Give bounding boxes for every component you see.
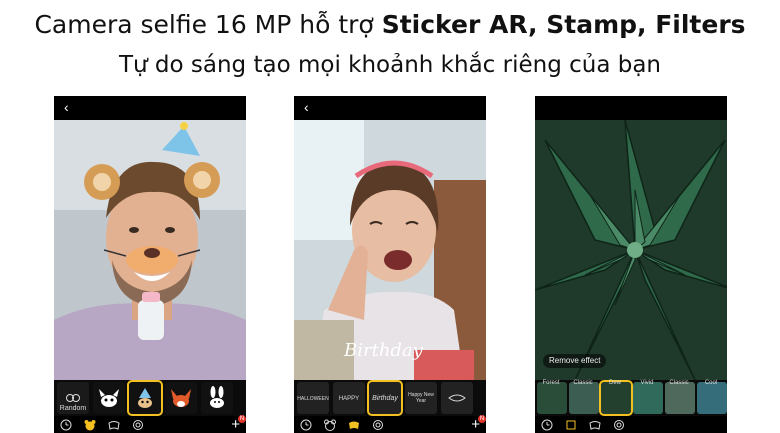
baby-bottle xyxy=(138,300,164,340)
filter-name: Forest xyxy=(542,380,560,386)
filter-name: Dew xyxy=(608,380,621,386)
stamp-icon xyxy=(448,394,466,402)
effect-fox[interactable] xyxy=(165,382,197,414)
random-icon xyxy=(66,394,80,402)
stamp-label: Birthday xyxy=(372,395,398,402)
bottom-bar: + N xyxy=(54,414,246,433)
sticker-icon[interactable] xyxy=(565,419,577,431)
effect-label: Random xyxy=(59,405,87,412)
stamp-happy[interactable]: HAPPY xyxy=(333,382,365,414)
bunny-mask-icon xyxy=(210,386,224,408)
stamp-label: Happy New Year xyxy=(408,392,434,404)
stamp-icon[interactable] xyxy=(348,419,360,431)
fox-mask-icon xyxy=(171,389,191,407)
headline-text: Camera selfie 16 MP hỗ trợ xyxy=(34,10,382,39)
stamp-screen: ‹ Birthday HALLOWEEN HAPPY Birthday Happ… xyxy=(294,96,486,433)
timer-icon[interactable] xyxy=(541,419,553,431)
stamp-birthday[interactable]: Birthday xyxy=(367,380,403,416)
stamp-icon[interactable] xyxy=(108,419,120,431)
filter-names: Forest Classic Dew Vivid Classic Cool xyxy=(535,380,727,389)
new-badge: N xyxy=(238,414,246,423)
camera-viewfinder[interactable]: Birthday xyxy=(294,120,486,380)
selfie-preview: Birthday xyxy=(294,120,486,380)
filter-name: Cool xyxy=(704,380,718,386)
back-button[interactable]: ‹ xyxy=(64,99,69,115)
add-button[interactable]: + N xyxy=(231,414,246,432)
camera-viewfinder[interactable] xyxy=(535,120,727,380)
filter-icon[interactable] xyxy=(372,419,384,431)
filter-name: Classic xyxy=(669,380,689,386)
top-bar: ‹ xyxy=(54,96,246,120)
sticker-icon[interactable] xyxy=(324,419,336,431)
filter-icon[interactable] xyxy=(613,419,625,431)
stamp-strip: HALLOWEEN HAPPY Birthday Happy New Year xyxy=(294,380,486,416)
filter-name: Vivid xyxy=(640,380,654,386)
filter-name: Classic xyxy=(573,380,593,386)
filter-icon[interactable] xyxy=(132,419,144,431)
selfie-preview xyxy=(54,120,246,380)
stamp-halloween[interactable]: HALLOWEEN xyxy=(297,382,329,414)
sticker-icon[interactable] xyxy=(84,419,96,431)
ar-sticker-screen: ‹ Random + N xyxy=(54,96,246,433)
add-button[interactable]: + N xyxy=(471,414,486,432)
new-badge: N xyxy=(478,414,486,423)
party-hat-icon xyxy=(138,388,152,408)
top-bar xyxy=(535,96,727,120)
back-button[interactable]: ‹ xyxy=(304,99,309,115)
promo-subtitle: Tự do sáng tạo mọi khoảnh khắc riêng của… xyxy=(118,52,662,78)
succulent-preview xyxy=(535,120,727,380)
bottom-bar: + N xyxy=(294,414,486,433)
stamp-icon[interactable] xyxy=(589,419,601,431)
filter-screen: Remove effect Forest Classic Dew Vivid C… xyxy=(535,96,727,433)
remove-effect-button[interactable]: Remove effect xyxy=(543,354,607,368)
effect-cat[interactable] xyxy=(93,382,125,414)
stamp-label: HALLOWEEN xyxy=(297,396,329,402)
effect-random[interactable]: Random xyxy=(57,382,89,414)
promo-headline: Camera selfie 16 MP hỗ trợ Sticker AR, S… xyxy=(0,10,780,39)
stamp-overlay: Birthday xyxy=(343,340,424,361)
cat-mask-icon xyxy=(99,389,119,407)
timer-icon[interactable] xyxy=(300,419,312,431)
effect-party-hat[interactable] xyxy=(127,380,163,416)
bottom-bar xyxy=(535,416,727,433)
effect-strip: Random xyxy=(54,380,246,416)
camera-viewfinder[interactable] xyxy=(54,120,246,380)
stamp-label: HAPPY xyxy=(338,396,360,402)
stamp-new-year[interactable]: Happy New Year xyxy=(405,382,437,414)
top-bar: ‹ xyxy=(294,96,486,120)
stamp-extra[interactable] xyxy=(441,382,473,414)
headline-bold: Sticker AR, Stamp, Filters xyxy=(381,10,746,39)
effect-bunny[interactable] xyxy=(201,382,233,414)
timer-icon[interactable] xyxy=(60,419,72,431)
